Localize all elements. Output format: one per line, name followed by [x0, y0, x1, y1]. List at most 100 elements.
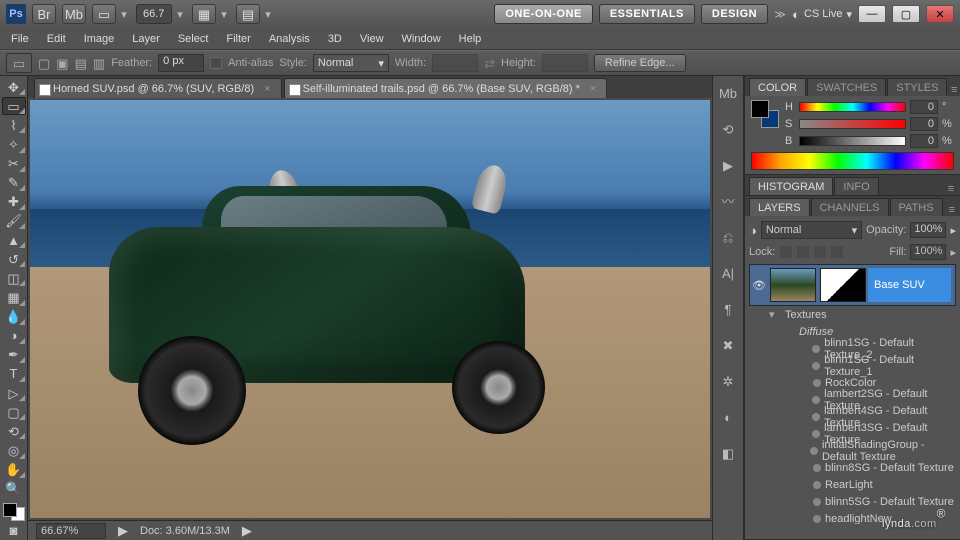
menu-analysis[interactable]: Analysis [260, 30, 319, 48]
mini-para-icon[interactable]: ¶ [717, 298, 739, 320]
pen-tool[interactable]: ✒ [2, 346, 26, 364]
eraser-tool[interactable]: ◫ [2, 269, 26, 287]
layer-thumbnail[interactable] [770, 268, 816, 302]
close-icon[interactable]: × [590, 83, 596, 95]
menu-3d[interactable]: 3D [319, 30, 351, 48]
style-dropdown[interactable]: Normal▾ [313, 54, 389, 72]
wand-tool[interactable]: ✧ [2, 135, 26, 153]
bri-slider[interactable] [799, 136, 906, 146]
tree-node[interactable]: initialShadingGroup - Default Texture [749, 442, 956, 459]
mini-3d-icon[interactable]: ✲ [717, 370, 739, 392]
tab-swatches[interactable]: SWATCHES [807, 78, 886, 96]
blur-tool[interactable]: 💧 [2, 308, 26, 326]
crop-tool[interactable]: ✂ [2, 155, 26, 173]
marquee-tool[interactable]: ▭ [2, 97, 26, 115]
mini-tools-icon[interactable]: ✖ [717, 334, 739, 356]
layer-name[interactable]: Base SUV [868, 268, 951, 302]
type-tool[interactable]: T [2, 365, 26, 383]
screen-mode-dropdown[interactable]: ▭▾ [92, 4, 130, 24]
filter-icon[interactable]: ◑ [749, 224, 757, 237]
tree-node[interactable]: blinn8SG - Default Texture [749, 459, 956, 476]
panel-menu-icon[interactable]: ≡ [944, 204, 960, 216]
feather-input[interactable]: 0 px [158, 54, 204, 72]
visibility-icon[interactable]: 👁 [750, 279, 768, 292]
move-tool[interactable]: ✥ [2, 78, 26, 96]
menu-window[interactable]: Window [393, 30, 450, 48]
gradient-tool[interactable]: ▦ [2, 288, 26, 306]
tab-color[interactable]: COLOR [749, 78, 806, 96]
fill-input[interactable]: 100% [910, 244, 946, 260]
shape-tool[interactable]: ▢ [2, 403, 26, 421]
dodge-tool[interactable]: ◑ [2, 327, 26, 345]
brush-tool[interactable]: 🖌 [2, 212, 26, 230]
minibridge-button[interactable]: Mb [62, 4, 86, 24]
panel-menu-icon[interactable]: ≡ [948, 84, 960, 96]
menu-image[interactable]: Image [75, 30, 124, 48]
sat-value[interactable]: 0 [910, 117, 938, 131]
new-selection-icon[interactable]: ▢ [38, 57, 50, 70]
lock-transparency-icon[interactable] [779, 245, 793, 259]
document-tab-1[interactable]: Horned SUV.psd @ 66.7% (SUV, RGB/8)× [34, 78, 282, 98]
color-ramp[interactable] [751, 152, 954, 170]
bridge-button[interactable]: Br [32, 4, 56, 24]
zoom-dropdown[interactable]: 66.7▾ [136, 4, 186, 24]
tool-preset-picker[interactable]: ▭ [6, 53, 32, 73]
foreground-color[interactable] [3, 503, 17, 517]
mini-adjust-icon[interactable]: ◧ [717, 442, 739, 464]
workspace-essentials[interactable]: ESSENTIALS [599, 4, 695, 24]
arrange-dropdown[interactable]: ▦▾ [192, 4, 230, 24]
menu-layer[interactable]: Layer [123, 30, 169, 48]
eyedropper-tool[interactable]: ✎ [2, 174, 26, 192]
color-fgbg-swatch[interactable] [751, 100, 779, 128]
3d-rotate-tool[interactable]: ⟲ [2, 422, 26, 440]
workspace-more[interactable]: ≫ [774, 4, 786, 24]
sat-slider[interactable] [799, 119, 906, 129]
stamp-tool[interactable]: ▲ [2, 231, 26, 249]
menu-filter[interactable]: Filter [217, 30, 259, 48]
extras-dropdown[interactable]: ▤▾ [236, 4, 274, 24]
tab-styles[interactable]: STYLES [887, 78, 947, 96]
hue-slider[interactable] [799, 102, 906, 112]
layer-tree[interactable]: ▾TexturesDiffuseblinn1SG - Default Textu… [749, 306, 956, 524]
tab-info[interactable]: INFO [834, 177, 878, 195]
3d-orbit-tool[interactable]: ◎ [2, 441, 26, 459]
window-close[interactable]: ✕ [926, 5, 954, 23]
opacity-input[interactable]: 100% [910, 222, 946, 238]
zoom-input[interactable]: 66.67% [36, 523, 106, 539]
tab-layers[interactable]: LAYERS [749, 198, 810, 216]
cs-live-button[interactable]: ◐CS Live▾ [792, 8, 852, 21]
intersect-selection-icon[interactable]: ▥ [93, 57, 105, 70]
mini-brush-icon[interactable]: 〰 [717, 190, 739, 212]
antialias-checkbox[interactable] [210, 57, 222, 69]
mini-clone-icon[interactable]: ⎌ [717, 226, 739, 248]
heal-tool[interactable]: ✚ [2, 193, 26, 211]
mini-history-icon[interactable]: ⟲ [717, 118, 739, 140]
workspace-design[interactable]: DESIGN [701, 4, 768, 24]
mini-mask-icon[interactable]: ◐ [717, 406, 739, 428]
menu-select[interactable]: Select [169, 30, 218, 48]
tab-paths[interactable]: PATHS [890, 198, 943, 216]
document-tab-2[interactable]: Self-illuminated trails.psd @ 66.7% (Bas… [284, 78, 608, 98]
blend-mode-dropdown[interactable]: Normal▾ [761, 221, 862, 239]
status-arrow-icon[interactable]: ▶ [118, 524, 128, 537]
tab-histogram[interactable]: HISTOGRAM [749, 177, 833, 195]
foreground-background-swatch[interactable] [3, 503, 25, 521]
zoom-tool[interactable]: 🔍 [2, 480, 26, 498]
status-menu-icon[interactable]: ▶ [242, 524, 252, 537]
quickmask-toggle[interactable]: ◙ [2, 522, 26, 540]
menu-view[interactable]: View [351, 30, 393, 48]
tree-node[interactable]: blinn1SG - Default Texture_1 [749, 357, 956, 374]
mini-minibridge-icon[interactable]: Mb [717, 82, 739, 104]
menu-help[interactable]: Help [450, 30, 491, 48]
menu-file[interactable]: File [2, 30, 38, 48]
canvas[interactable] [30, 100, 710, 518]
hue-value[interactable]: 0 [910, 100, 938, 114]
tree-node[interactable]: RearLight [749, 476, 956, 493]
bri-value[interactable]: 0 [910, 134, 938, 148]
lock-position-icon[interactable] [813, 245, 827, 259]
tab-channels[interactable]: CHANNELS [811, 198, 889, 216]
path-tool[interactable]: ▷ [2, 384, 26, 402]
lasso-tool[interactable]: ⌇ [2, 116, 26, 134]
layer-row[interactable]: 👁 Base SUV [749, 264, 956, 306]
mini-char-icon[interactable]: A| [717, 262, 739, 284]
